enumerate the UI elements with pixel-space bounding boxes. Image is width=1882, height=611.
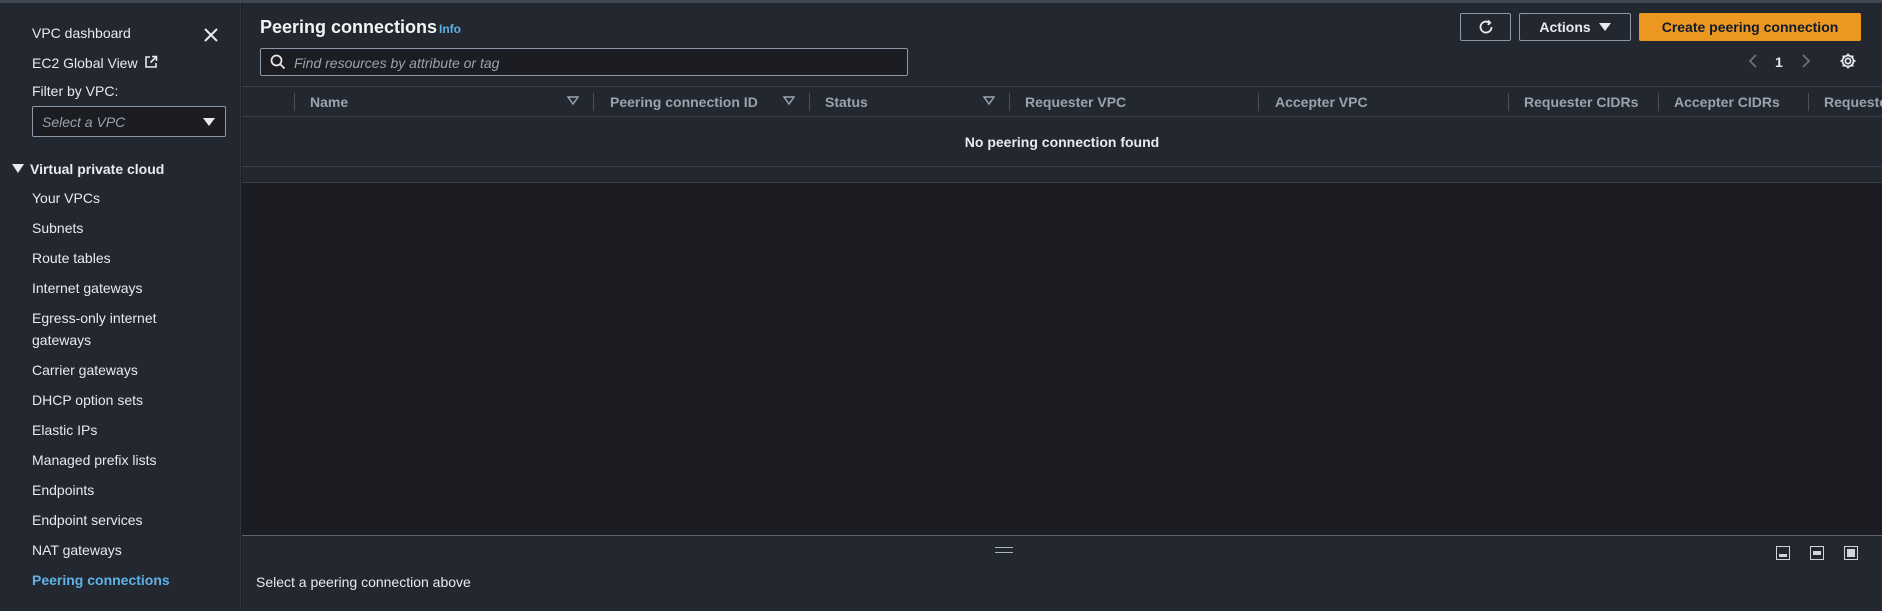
sidebar: VPC dashboard EC2 Global View Filter by … <box>0 3 241 611</box>
empty-message: No peering connection found <box>964 134 1160 150</box>
close-icon[interactable] <box>201 25 221 45</box>
sidebar-item-endpoint-services[interactable]: Endpoint services <box>32 509 143 531</box>
sidebar-item-carrier-gateways[interactable]: Carrier gateways <box>32 359 138 381</box>
table-footer-spacer <box>242 167 1882 183</box>
refresh-button[interactable] <box>1460 13 1511 41</box>
sidebar-item-managed-prefix-lists[interactable]: Managed prefix lists <box>32 449 157 471</box>
section-title: Virtual private cloud <box>30 161 165 177</box>
split-bottom-view-icon[interactable] <box>1776 546 1790 560</box>
column-header-name[interactable]: Name <box>310 94 348 110</box>
table-header: Name Peering connection ID Status Reques… <box>242 87 1882 117</box>
sort-icon[interactable] <box>567 96 579 106</box>
split-full-view-fill <box>1847 549 1855 557</box>
filter-by-vpc-label: Filter by VPC: <box>32 83 119 99</box>
sidebar-item-peering-connections[interactable]: Peering connections <box>32 569 170 591</box>
vpc-filter-select[interactable]: Select a VPC <box>32 106 226 137</box>
resize-handle[interactable] <box>995 547 1013 553</box>
sidebar-item-dhcp-option-sets[interactable]: DHCP option sets <box>32 389 143 411</box>
page-title: Peering connections <box>260 17 438 37</box>
column-header-peering-connection-id[interactable]: Peering connection ID <box>610 94 758 110</box>
column-separator <box>809 93 810 111</box>
column-separator <box>1258 93 1259 111</box>
column-header-requester-vpc[interactable]: Requester VPC <box>1025 94 1126 110</box>
chevron-right-icon[interactable] <box>1800 53 1812 69</box>
actions-label: Actions <box>1539 19 1591 35</box>
column-separator <box>294 93 295 111</box>
search-placeholder: Find resources by attribute or tag <box>294 55 500 71</box>
column-header-accepter-cidrs[interactable]: Accepter CIDRs <box>1674 94 1780 110</box>
info-link[interactable]: Info <box>439 22 461 36</box>
ec2-global-view-label: EC2 Global View <box>32 55 138 71</box>
split-bottom-view-fill <box>1779 554 1787 557</box>
column-separator <box>593 93 594 111</box>
column-separator <box>1808 93 1809 111</box>
column-separator <box>1508 93 1509 111</box>
sidebar-item-your-vpcs[interactable]: Your VPCs <box>32 187 100 209</box>
sidebar-item-endpoints[interactable]: Endpoints <box>32 479 94 501</box>
external-link-icon <box>145 55 158 68</box>
search-icon <box>270 54 286 70</box>
caret-down-icon <box>1598 23 1611 31</box>
sidebar-item-egress-only-internet-gateways[interactable]: Egress-only internet gateways <box>32 307 192 351</box>
sidebar-item-internet-gateways[interactable]: Internet gateways <box>32 277 143 299</box>
create-peering-connection-button[interactable]: Create peering connection <box>1639 13 1861 41</box>
caret-down-icon <box>203 118 215 126</box>
settings-icon[interactable] <box>1839 52 1857 70</box>
chevron-left-icon[interactable] <box>1747 53 1759 69</box>
split-panel: Select a peering connection above <box>242 535 1882 611</box>
vpc-dashboard-link[interactable]: VPC dashboard <box>32 25 131 41</box>
search-input[interactable]: Find resources by attribute or tag <box>260 48 908 76</box>
empty-table-row: No peering connection found <box>242 117 1882 167</box>
column-separator <box>1658 93 1659 111</box>
expand-triangle-icon <box>12 164 24 173</box>
ec2-global-view-link[interactable]: EC2 Global View <box>32 55 158 71</box>
sort-icon[interactable] <box>783 96 795 106</box>
split-panel-message: Select a peering connection above <box>256 574 471 590</box>
sidebar-item-elastic-ips[interactable]: Elastic IPs <box>32 419 97 441</box>
section-virtual-private-cloud[interactable]: Virtual private cloud <box>12 161 164 177</box>
column-header-accepter-vpc[interactable]: Accepter VPC <box>1275 94 1368 110</box>
column-header-requester-cidrs[interactable]: Requester CIDRs <box>1524 94 1638 110</box>
split-full-view-icon[interactable] <box>1844 546 1858 560</box>
sidebar-item-subnets[interactable]: Subnets <box>32 217 83 239</box>
column-separator <box>1009 93 1010 111</box>
current-page-number[interactable]: 1 <box>1775 54 1783 70</box>
actions-button[interactable]: Actions <box>1519 13 1631 41</box>
table-header-area: Peering connections Info Actions Create … <box>242 3 1882 87</box>
split-middle-view-icon[interactable] <box>1810 546 1824 560</box>
split-middle-view-fill <box>1813 551 1821 555</box>
vpc-filter-placeholder: Select a VPC <box>42 114 126 130</box>
sidebar-item-nat-gateways[interactable]: NAT gateways <box>32 539 122 561</box>
sort-icon[interactable] <box>983 96 995 106</box>
column-header-requester-truncated[interactable]: Requeste <box>1824 94 1882 110</box>
sidebar-item-route-tables[interactable]: Route tables <box>32 247 111 269</box>
column-header-status[interactable]: Status <box>825 94 868 110</box>
refresh-icon <box>1479 20 1492 34</box>
main-content: Peering connections Info Actions Create … <box>242 3 1882 611</box>
